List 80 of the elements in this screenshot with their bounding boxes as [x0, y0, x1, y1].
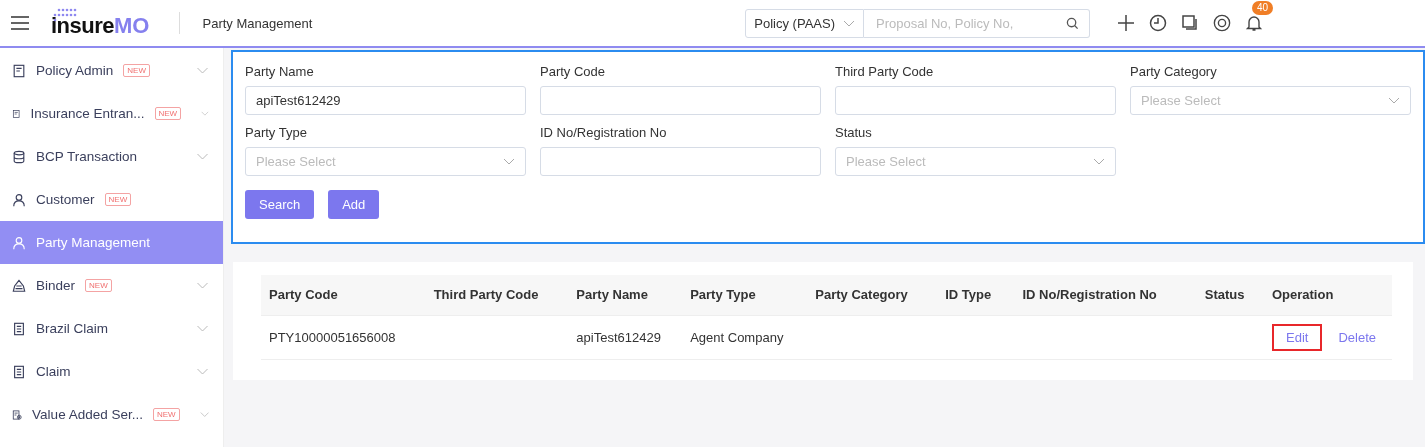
page-title: Party Management	[202, 15, 313, 31]
sidebar-item[interactable]: BCP Transaction	[0, 135, 223, 178]
delete-link[interactable]: Delete	[1330, 323, 1384, 351]
sidebar-label: Claim	[36, 364, 71, 379]
bell-icon[interactable]	[1245, 14, 1263, 32]
sidebar-item[interactable]: Brazil Claim	[0, 307, 223, 350]
list-plus-icon	[12, 407, 23, 422]
column-header: Third Party Code	[425, 275, 569, 315]
add-button[interactable]: Add	[328, 190, 380, 219]
chevron-icon[interactable]	[196, 368, 209, 375]
input-field[interactable]	[540, 86, 821, 115]
list-icon	[12, 364, 26, 379]
chevron-icon	[503, 158, 515, 165]
input-field[interactable]: apiTest612429	[245, 86, 526, 115]
sidebar-item[interactable]: Customer NEW	[0, 178, 223, 221]
menu-icon[interactable]	[11, 16, 29, 30]
column-header: Status	[1196, 275, 1264, 315]
list-icon	[12, 321, 26, 336]
chevron-icon[interactable]	[196, 282, 209, 289]
scope-select[interactable]: Policy (PAAS)	[745, 8, 864, 38]
document-icon	[12, 63, 26, 78]
input-field[interactable]	[540, 147, 821, 176]
logo: insureMO	[51, 7, 150, 39]
field-label: Party Type	[245, 125, 308, 140]
database-icon	[12, 149, 26, 164]
target-icon[interactable]	[1213, 14, 1231, 32]
column-header: ID No/Registration No	[1014, 275, 1197, 315]
clock-icon[interactable]	[1149, 14, 1167, 32]
new-badge: NEW	[85, 279, 112, 292]
stack-icon	[12, 278, 26, 293]
sidebar-item[interactable]: Policy Admin NEW	[0, 49, 223, 92]
search-field[interactable]: Proposal No, Policy No,	[864, 8, 1090, 38]
sidebar-item[interactable]: Claim	[0, 350, 223, 393]
field-label: Party Name	[245, 64, 315, 79]
field-label: Party Category	[1130, 64, 1218, 79]
search-icon[interactable]	[1066, 16, 1079, 30]
sidebar-item[interactable]: Insurance Entran... NEW	[0, 92, 223, 135]
chevron-icon[interactable]	[196, 325, 209, 332]
sidebar-label: Insurance Entran...	[30, 106, 145, 121]
chevron-icon[interactable]	[201, 110, 209, 117]
column-header: Party Code	[261, 275, 426, 315]
field-label: ID No/Registration No	[540, 125, 668, 140]
sidebar-label: Policy Admin	[36, 63, 114, 78]
column-header: Party Type	[682, 275, 808, 315]
copy-icon[interactable]	[1181, 14, 1199, 32]
sidebar-item[interactable]: Binder NEW	[0, 264, 223, 307]
search-button[interactable]: Search	[245, 190, 315, 219]
field-label: Third Party Code	[835, 64, 935, 79]
new-badge: NEW	[104, 193, 132, 206]
notification-count: 40	[1252, 1, 1274, 15]
chevron-icon	[1388, 97, 1400, 104]
sidebar-label: Value Added Ser...	[32, 407, 143, 422]
user-icon	[12, 235, 26, 250]
new-badge: NEW	[154, 107, 182, 120]
chevron-icon[interactable]	[196, 67, 209, 74]
plus-icon[interactable]	[1117, 14, 1135, 32]
column-header: Party Name	[568, 275, 683, 315]
sidebar-label: BCP Transaction	[36, 149, 138, 164]
table-cell: PTY10000051656008	[269, 329, 396, 345]
user-icon	[12, 192, 26, 207]
field-label: Status	[835, 125, 873, 140]
new-badge: NEW	[152, 408, 180, 421]
new-badge: NEW	[123, 64, 150, 77]
sidebar-item[interactable]: Value Added Ser... NEW	[0, 393, 223, 436]
table-cell: apiTest612429	[576, 329, 661, 345]
sidebar-label: Brazil Claim	[36, 321, 108, 336]
input-field[interactable]	[835, 86, 1116, 115]
column-header: ID Type	[937, 275, 1015, 315]
chevron-icon	[843, 19, 855, 27]
field-label: Party Code	[540, 64, 607, 79]
edit-link[interactable]: Edit	[1272, 323, 1323, 351]
column-header: Operation	[1263, 275, 1392, 315]
table-cell: Agent Company	[690, 329, 784, 345]
chevron-icon[interactable]	[199, 411, 209, 418]
column-header: Party Category	[807, 275, 938, 315]
chevron-icon[interactable]	[196, 153, 209, 160]
sidebar-label: Party Management	[36, 235, 151, 250]
chevron-icon	[1093, 158, 1105, 165]
sidebar-label: Binder	[36, 278, 76, 293]
sidebar-label: Customer	[36, 192, 95, 207]
